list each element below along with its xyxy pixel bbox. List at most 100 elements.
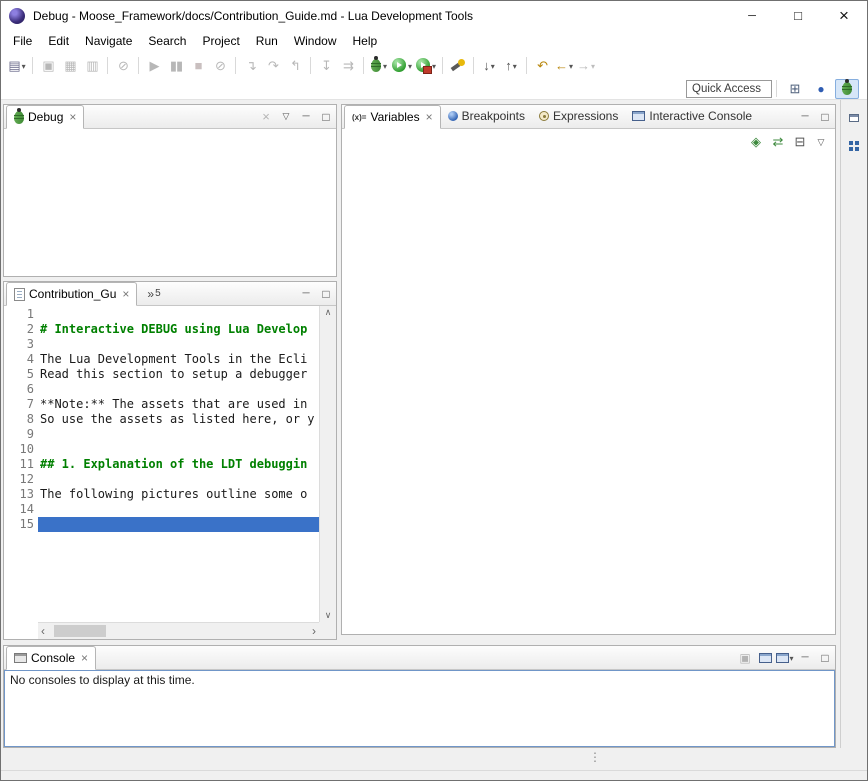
collapse-all-button[interactable]: ⊟ xyxy=(789,132,811,152)
scroll-up-arrow[interactable] xyxy=(325,308,332,317)
code-line[interactable]: So use the assets as listed here, or y xyxy=(40,412,319,427)
display-console-icon xyxy=(759,653,772,663)
debug-button[interactable] xyxy=(368,54,390,76)
maximize-view-button[interactable] xyxy=(815,107,835,127)
tab-debug[interactable]: Debug xyxy=(6,105,84,129)
line-number: 5 xyxy=(11,367,34,382)
maximize-window-button[interactable] xyxy=(775,1,821,30)
minimize-view-button[interactable] xyxy=(795,648,815,668)
toolbar-separator xyxy=(363,57,364,74)
menu-project[interactable]: Project xyxy=(194,30,247,52)
code-line[interactable]: The Lua Development Tools in the Ecli xyxy=(40,352,319,367)
code-line[interactable]: Read this section to setup a debugger xyxy=(40,367,319,382)
view-menu-button[interactable] xyxy=(811,132,831,152)
menu-window[interactable]: Window xyxy=(286,30,345,52)
view-menu-button[interactable] xyxy=(276,107,296,127)
dropdown-arrow-icon[interactable] xyxy=(489,58,495,72)
menu-file[interactable]: File xyxy=(5,30,40,52)
editor-horizontal-scrollbar[interactable] xyxy=(38,622,319,639)
minimize-view-button[interactable] xyxy=(795,107,815,127)
code-line[interactable]: ## 1. Explanation of the LDT debuggin xyxy=(40,457,319,472)
code-line[interactable] xyxy=(38,517,319,532)
menu-search[interactable]: Search xyxy=(140,30,194,52)
run-button[interactable] xyxy=(390,54,414,76)
dropdown-arrow-icon[interactable] xyxy=(406,58,412,72)
code-line[interactable]: # Interactive DEBUG using Lua Develop xyxy=(40,322,319,337)
editor-panel: Contribution_Gu 5 123456789101112131415 … xyxy=(3,281,337,640)
tab-variables[interactable]: (x)= Variables xyxy=(344,105,441,129)
maximize-view-button[interactable] xyxy=(316,284,336,304)
quick-access-input[interactable]: Quick Access xyxy=(686,80,772,98)
previous-annotation-button[interactable]: ↑ xyxy=(500,54,522,76)
tab-label: Console xyxy=(31,651,75,665)
close-tab-icon[interactable] xyxy=(424,110,433,124)
code-line[interactable] xyxy=(40,472,319,487)
last-edit-location-icon: ↶ xyxy=(537,59,547,72)
next-annotation-button[interactable]: ↓ xyxy=(478,54,500,76)
dropdown-arrow-icon[interactable] xyxy=(20,58,26,72)
code-line[interactable]: The following pictures outline some o xyxy=(40,487,319,502)
file-icon xyxy=(14,288,25,301)
debug-view-content[interactable] xyxy=(4,129,336,276)
close-tab-icon[interactable] xyxy=(79,651,88,665)
dropdown-arrow-icon[interactable] xyxy=(589,58,595,72)
maximize-view-button[interactable] xyxy=(316,107,336,127)
editor-vertical-scrollbar[interactable] xyxy=(319,306,336,622)
menu-edit[interactable]: Edit xyxy=(40,30,77,52)
minimize-view-button[interactable] xyxy=(296,107,316,127)
code-line[interactable]: **Note:** The assets that are used in xyxy=(40,397,319,412)
display-selected-console-button[interactable] xyxy=(755,648,775,668)
tab-contribution-guide[interactable]: Contribution_Gu xyxy=(6,282,137,306)
scroll-right-arrow[interactable] xyxy=(312,625,316,637)
external-tools-button[interactable] xyxy=(414,54,438,76)
lua-perspective-button[interactable] xyxy=(809,79,833,99)
code-line[interactable] xyxy=(40,502,319,517)
close-window-button[interactable] xyxy=(821,1,867,30)
close-tab-icon[interactable] xyxy=(120,287,129,301)
code-line[interactable] xyxy=(40,307,319,322)
code-line[interactable] xyxy=(40,442,319,457)
dropdown-arrow-icon[interactable] xyxy=(381,58,387,72)
scroll-left-arrow[interactable] xyxy=(41,625,45,637)
minimized-outline-view-button[interactable] xyxy=(844,136,864,156)
show-logical-structure-button[interactable]: ◈ xyxy=(745,132,767,152)
tab-console[interactable]: Console xyxy=(6,646,96,670)
console-content[interactable]: No consoles to display at this time. xyxy=(4,670,835,747)
code-line[interactable] xyxy=(40,337,319,352)
menu-help[interactable]: Help xyxy=(345,30,386,52)
menu-navigate[interactable]: Navigate xyxy=(77,30,140,52)
maximize-view-button[interactable] xyxy=(815,648,835,668)
new-wizard-button[interactable]: ▤ xyxy=(6,54,28,76)
scrollbar-thumb[interactable] xyxy=(54,625,106,637)
code-line[interactable] xyxy=(40,427,319,442)
tab-label: Interactive Console xyxy=(649,109,752,123)
tab-expressions[interactable]: Expressions xyxy=(532,104,625,128)
debug-perspective-button[interactable] xyxy=(835,79,859,99)
editor-code[interactable]: # Interactive DEBUG using Lua Develop The… xyxy=(38,306,319,622)
dropdown-arrow-icon[interactable] xyxy=(567,58,573,72)
variables-content[interactable] xyxy=(342,155,835,634)
run-icon xyxy=(392,58,406,72)
sash-drag-handle[interactable] xyxy=(589,750,601,764)
minimize-view-button[interactable] xyxy=(296,284,316,304)
remove-all-terminated-button xyxy=(256,107,276,127)
dropdown-arrow-icon[interactable] xyxy=(789,652,793,664)
code-line[interactable] xyxy=(40,382,319,397)
minimize-window-button[interactable] xyxy=(729,1,775,30)
last-edit-location-button[interactable]: ↶ xyxy=(531,54,553,76)
pin-console-button xyxy=(735,648,755,668)
search-button[interactable] xyxy=(447,54,469,76)
tab-interactive-console[interactable]: Interactive Console xyxy=(625,104,759,128)
menu-run[interactable]: Run xyxy=(248,30,286,52)
open-console-button[interactable] xyxy=(775,648,795,668)
restore-minimized-view-button[interactable] xyxy=(844,108,864,128)
open-perspective-button[interactable] xyxy=(783,79,807,99)
scroll-down-arrow[interactable] xyxy=(325,611,332,620)
show-references-button[interactable]: ⇄ xyxy=(767,132,789,152)
tab-breakpoints[interactable]: Breakpoints xyxy=(441,104,532,128)
terminate-icon: ■ xyxy=(195,59,202,72)
editor-tab-overflow[interactable]: 5 xyxy=(147,287,160,301)
close-tab-icon[interactable] xyxy=(67,110,76,124)
dropdown-arrow-icon[interactable] xyxy=(511,58,517,72)
back-button[interactable]: ← xyxy=(553,54,575,76)
